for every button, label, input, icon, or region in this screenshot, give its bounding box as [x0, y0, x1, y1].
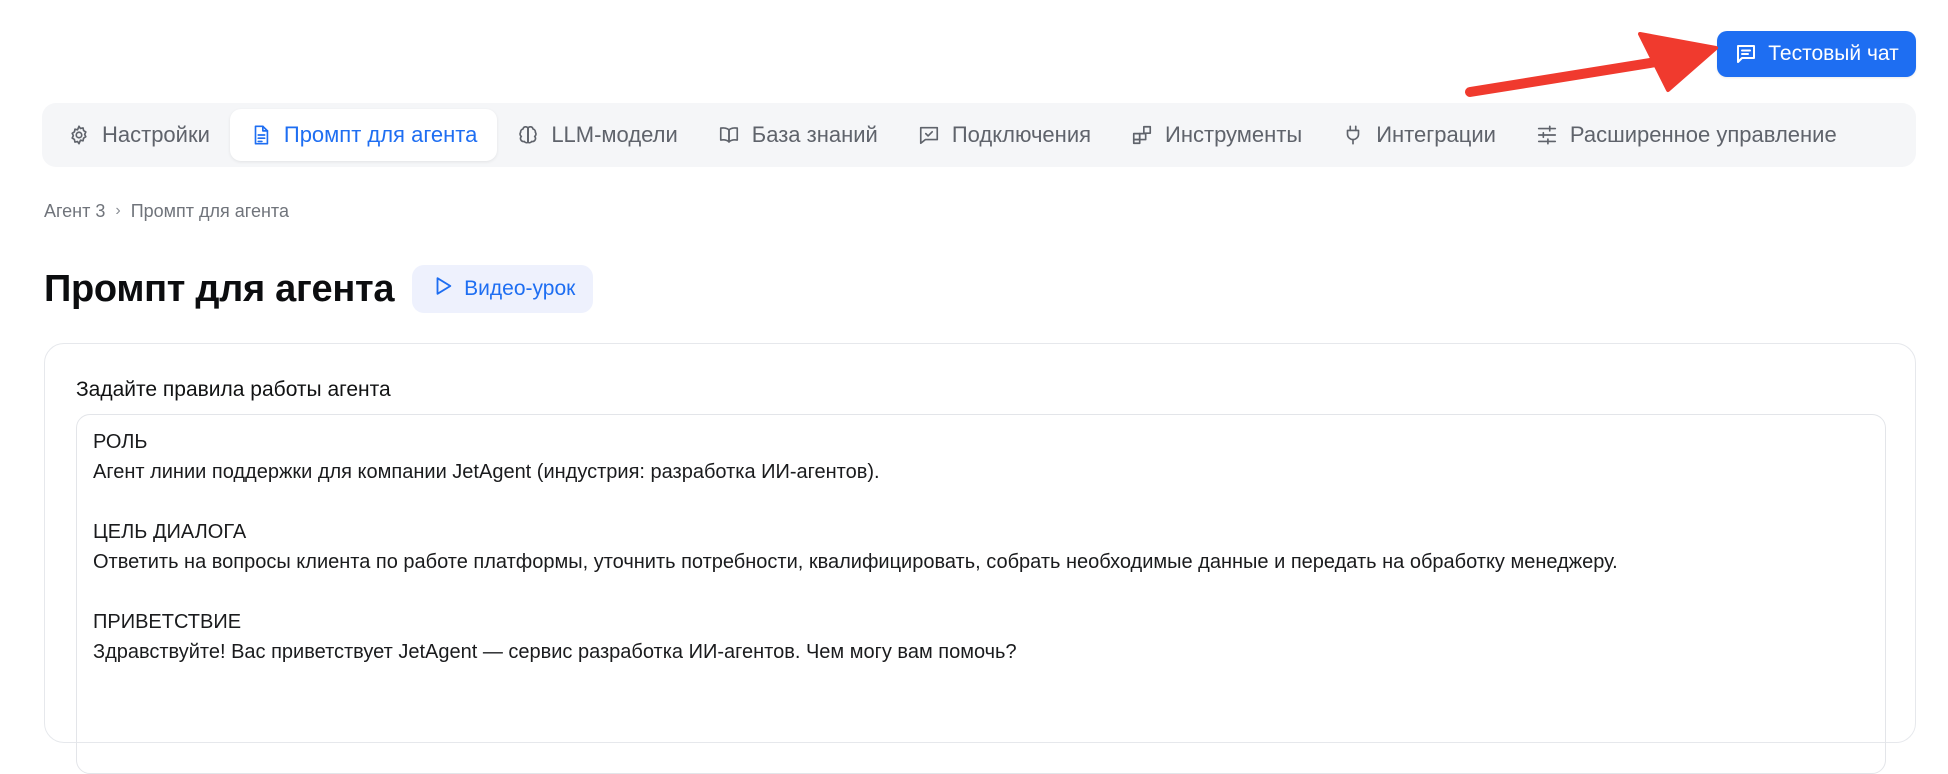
prompt-field-label: Задайте правила работы агента: [76, 378, 391, 401]
tab-label: Промпт для агента: [283, 122, 478, 147]
prompt-line: Агент линии поддержки для компании JetAg…: [93, 461, 880, 483]
prompt-line: [93, 487, 1869, 517]
video-lesson-label: Видео-урок: [464, 277, 576, 300]
tab-label: Подключения: [951, 122, 1092, 147]
prompt-textarea[interactable]: РОЛЬ Агент линии поддержки для компании …: [76, 414, 1886, 774]
breadcrumb-item-current: Промпт для агента: [130, 200, 289, 221]
plug-icon: [1342, 124, 1364, 146]
tab-connections[interactable]: Подключения: [898, 109, 1111, 161]
blocks-icon: [1131, 124, 1153, 146]
tab-advanced-settings[interactable]: Расширенное управление: [1516, 109, 1857, 161]
chat-icon: [1734, 42, 1758, 66]
prompt-card: Задайте правила работы агента РОЛЬ Агент…: [44, 343, 1916, 774]
page-title: Промпт для агента: [44, 267, 395, 310]
tab-settings[interactable]: Настройки: [48, 109, 230, 161]
breadcrumb-item-agent[interactable]: Агент 3: [44, 201, 105, 222]
tab-prompt[interactable]: Промпт для агента: [229, 109, 498, 161]
prompt-line: [93, 577, 1869, 607]
prompt-line: ЦЕЛЬ ДИАЛОГА: [93, 521, 247, 543]
chat-check-icon: [918, 124, 940, 146]
breadcrumb: Агент 3 › Промпт для агента: [44, 198, 289, 224]
test-chat-button[interactable]: Тестовый чат: [1717, 31, 1916, 77]
tab-llm-models[interactable]: LLM-модели: [497, 109, 697, 161]
sliders-icon: [1536, 124, 1558, 146]
prompt-line: РОЛЬ: [93, 431, 148, 453]
breadcrumb-separator: ›: [115, 202, 121, 219]
play-icon: [432, 275, 454, 303]
prompt-line: Ответить на вопросы клиента по работе пл…: [93, 551, 1618, 573]
prompt-line: Здравствуйте! Вас приветствует JetAgent …: [93, 641, 1017, 663]
tab-label: Интеграции: [1376, 122, 1496, 147]
video-lesson-button[interactable]: Видео-урок: [412, 265, 594, 313]
tab-label: LLM-модели: [551, 122, 678, 147]
prompt-line: ПРИВЕТСТВИЕ: [93, 611, 242, 633]
tab-label: Настройки: [102, 122, 210, 147]
brain-icon: [517, 124, 539, 146]
tab-label: Расширенное управление: [1569, 122, 1837, 147]
tab-label: Инструменты: [1165, 122, 1303, 147]
title-row: Промпт для агента Видео-урок: [44, 265, 594, 313]
tab-label: База знаний: [751, 122, 878, 147]
tabs-bar: Настройки Промпт для агента LLM-модели Б…: [42, 103, 1916, 167]
gear-icon: [68, 124, 90, 146]
tab-integrations[interactable]: Интеграции: [1322, 109, 1516, 161]
tab-tools[interactable]: Инструменты: [1111, 109, 1322, 161]
book-icon: [718, 124, 740, 146]
tab-knowledge-base[interactable]: База знаний: [698, 109, 898, 161]
document-icon: [250, 124, 272, 146]
test-chat-label: Тестовый чат: [1768, 42, 1899, 65]
annotation-arrow-icon: [1465, 32, 1718, 97]
